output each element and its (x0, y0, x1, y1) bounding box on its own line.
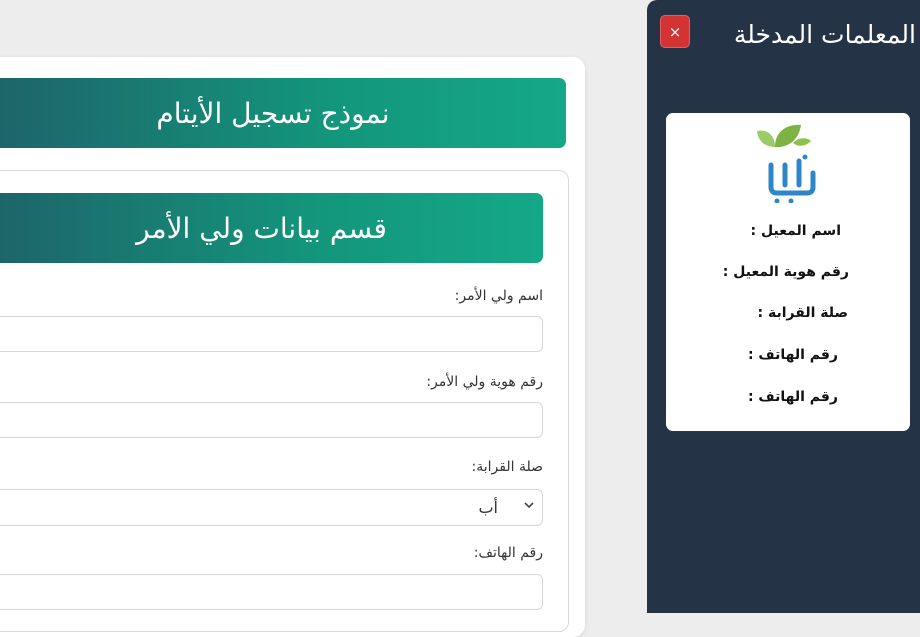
section-title: قسم بيانات ولي الأمر (0, 193, 543, 263)
guardian-name-input[interactable] (0, 316, 543, 352)
page-title: نموذج تسجيل الأيتام (0, 78, 566, 148)
info-relationship: صلة القرابة : (757, 305, 848, 321)
chevron-down-icon (524, 502, 534, 509)
panel-title: المعلمات المدخلة (733, 20, 916, 49)
phone-input[interactable] (0, 574, 543, 610)
guardian-name-label: اسم ولي الأمر: (454, 288, 543, 304)
phone-label: رقم الهاتف: (473, 545, 543, 561)
info-phone-1: رقم الهاتف : (747, 347, 838, 363)
relationship-label: صلة القرابة: (471, 459, 543, 475)
info-provider-id: رقم هوية المعيل : (722, 264, 849, 280)
info-provider-name: اسم المعيل : (750, 223, 841, 239)
relationship-selected-value: أب (478, 498, 498, 517)
close-button[interactable]: × (660, 15, 690, 48)
relationship-select[interactable]: أب (0, 489, 543, 526)
guardian-id-label: رقم هوية ولي الأمر: (426, 374, 543, 390)
guardian-id-input[interactable] (0, 402, 543, 438)
info-phone-2: رقم الهاتف : (747, 389, 838, 405)
logo-leaf-icon (757, 124, 816, 203)
